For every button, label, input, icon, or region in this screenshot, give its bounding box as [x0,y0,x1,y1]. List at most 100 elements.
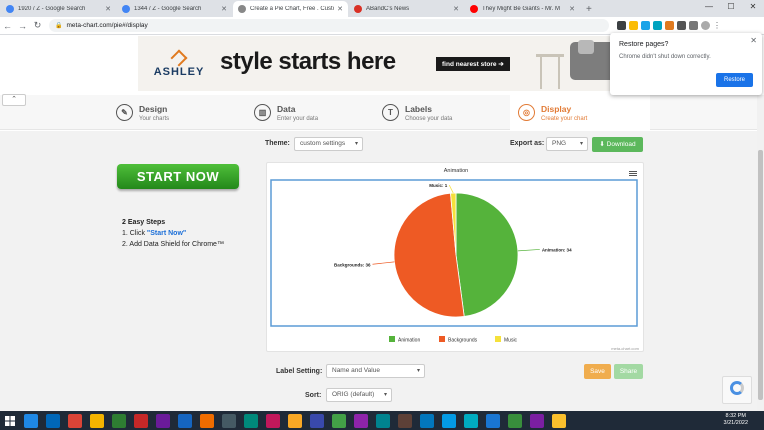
taskbar-app-icon[interactable] [90,413,104,428]
step-design[interactable]: ✎ Design Your charts [108,95,248,130]
windows-start-icon[interactable] [0,411,20,430]
step-title: Design [139,103,168,114]
easy-step-1: 1. Click [122,230,147,237]
maximize-icon[interactable]: ☐ [720,0,742,14]
close-tab-icon[interactable]: ✕ [337,5,343,13]
label-setting-select[interactable]: Name and Value ▾ [326,364,425,378]
chart-credit: meta-chart.com [611,346,639,351]
url-text: meta-chart.com/pie#/display [66,22,148,29]
skype-icon[interactable] [641,21,650,30]
taskbar-app-icon[interactable] [354,413,368,428]
sort-select[interactable]: ORIG (default) ▾ [326,388,392,402]
share-icon[interactable] [617,21,626,30]
close-icon[interactable]: ✕ [742,0,764,14]
taskbar-app-icon[interactable] [442,413,456,428]
ad-cta-button[interactable]: find nearest store ➔ [436,57,510,71]
sidebar-icon[interactable] [689,21,698,30]
hamburger-icon[interactable] [629,171,637,172]
extension-icons: ⋮ [617,21,721,30]
hamburger-icon[interactable] [629,173,637,174]
taskbar-app-icon[interactable] [178,413,192,428]
hamburger-icon[interactable] [629,175,637,176]
legend-item[interactable]: Music [504,338,518,344]
close-tab-icon[interactable]: ✕ [453,5,459,13]
recaptcha-badge [722,376,752,404]
restore-button[interactable]: Restore [715,73,753,87]
export-select[interactable]: PNG ▾ [546,137,588,151]
step-title: Display [541,103,572,114]
taskbar-app-icon[interactable] [24,413,38,428]
start-now-button[interactable]: START NOW [117,164,239,189]
taskbar-app-icon[interactable] [134,413,148,428]
taskbar-app-icon[interactable] [530,413,544,428]
close-tab-icon[interactable]: ✕ [569,5,575,13]
export-label: Export as: [510,140,545,147]
back-icon[interactable]: ← [0,21,15,31]
address-bar[interactable]: 🔒 meta-chart.com/pie#/display [49,19,609,32]
minimize-icon[interactable]: — [698,0,720,14]
taskbar-app-icon[interactable] [464,413,478,428]
legend-swatch [389,336,395,342]
taskbar-app-icon[interactable] [112,413,126,428]
step-labels[interactable]: T Labels Choose your data [376,95,510,130]
chart-title: Animation [444,168,468,174]
tab-title: They Might Be Giants - Mr. M [482,6,561,12]
browser-tab[interactable]: ABandC's News ✕ [349,1,464,17]
taskbar-app-icon[interactable] [420,413,434,428]
ad-banner[interactable]: ASHLEY style starts here find nearest st… [138,36,618,91]
kebab-menu-icon[interactable]: ⋮ [713,21,721,30]
taskbar-app-icon[interactable] [508,413,522,428]
new-tab-button[interactable]: + [580,1,598,17]
taskbar-app-icon[interactable] [156,413,170,428]
step-subtitle: Your charts [139,115,170,122]
browser-tab[interactable]: 1344 / Z - Google Search ✕ [117,1,232,17]
taskbar-app-icon[interactable] [398,413,412,428]
avatar[interactable] [701,21,710,30]
extension-icon[interactable] [665,21,674,30]
taskbar-app-icon[interactable] [266,413,280,428]
download-button[interactable]: ⬇ Download [592,137,643,152]
taskbar-app-icon[interactable] [486,413,500,428]
lock-icon: 🔒 [55,23,63,29]
step-data[interactable]: ▥ Data Enter your data [248,95,376,130]
recaptcha-icon [730,381,744,395]
taskbar-app-icon[interactable] [310,413,324,428]
taskbar-app-icon[interactable] [222,413,236,428]
theme-select[interactable]: custom settings ▾ [294,137,363,151]
step-display[interactable]: ◎ Display Create your chart [510,95,650,130]
chevron-down-icon: ▾ [383,392,387,398]
clock[interactable]: 8:32 PM 3/21/2022 [724,413,748,427]
collapse-button[interactable]: ⌃ [2,94,26,106]
step-subtitle: Choose your data [405,115,453,122]
start-now-link[interactable]: "Start Now" [147,230,186,237]
taskbar-app-icon[interactable] [288,413,302,428]
taskbar-app-icon[interactable] [46,413,60,428]
taskbar-app-icon[interactable] [68,413,82,428]
chevron-down-icon: ▾ [416,368,420,374]
puzzle-icon[interactable] [677,21,686,30]
scrollbar[interactable] [757,95,764,411]
close-tab-icon[interactable]: ✕ [221,5,227,13]
theme-label: Theme: [265,140,290,147]
browser-tab[interactable]: Create a Pie Chart, Free . Custom ✕ [233,1,348,17]
legend-item[interactable]: Animation [398,338,420,344]
browser-tab[interactable]: 1920 / Z - Google Search ✕ [1,1,116,17]
extension-icon[interactable] [653,21,662,30]
browser-tab[interactable]: They Might Be Giants - Mr. M ✕ [465,1,580,17]
tab-title: 1920 / Z - Google Search [18,6,86,12]
reload-icon[interactable]: ↻ [30,20,45,31]
label-setting-label: Label Setting: [276,368,323,375]
taskbar-app-icon[interactable] [244,413,258,428]
taskbar-app-icon[interactable] [376,413,390,428]
star-icon[interactable] [629,21,638,30]
save-button[interactable]: Save [584,364,611,379]
close-icon[interactable]: ✕ [750,36,757,45]
step-title: Data [277,103,296,114]
forward-icon[interactable]: → [15,21,30,31]
share-button[interactable]: Share [614,364,643,379]
close-tab-icon[interactable]: ✕ [105,5,111,13]
legend-item[interactable]: Backgrounds [448,338,478,344]
taskbar-app-icon[interactable] [332,413,346,428]
taskbar-app-icon[interactable] [200,413,214,428]
taskbar-app-icon[interactable] [552,413,566,428]
